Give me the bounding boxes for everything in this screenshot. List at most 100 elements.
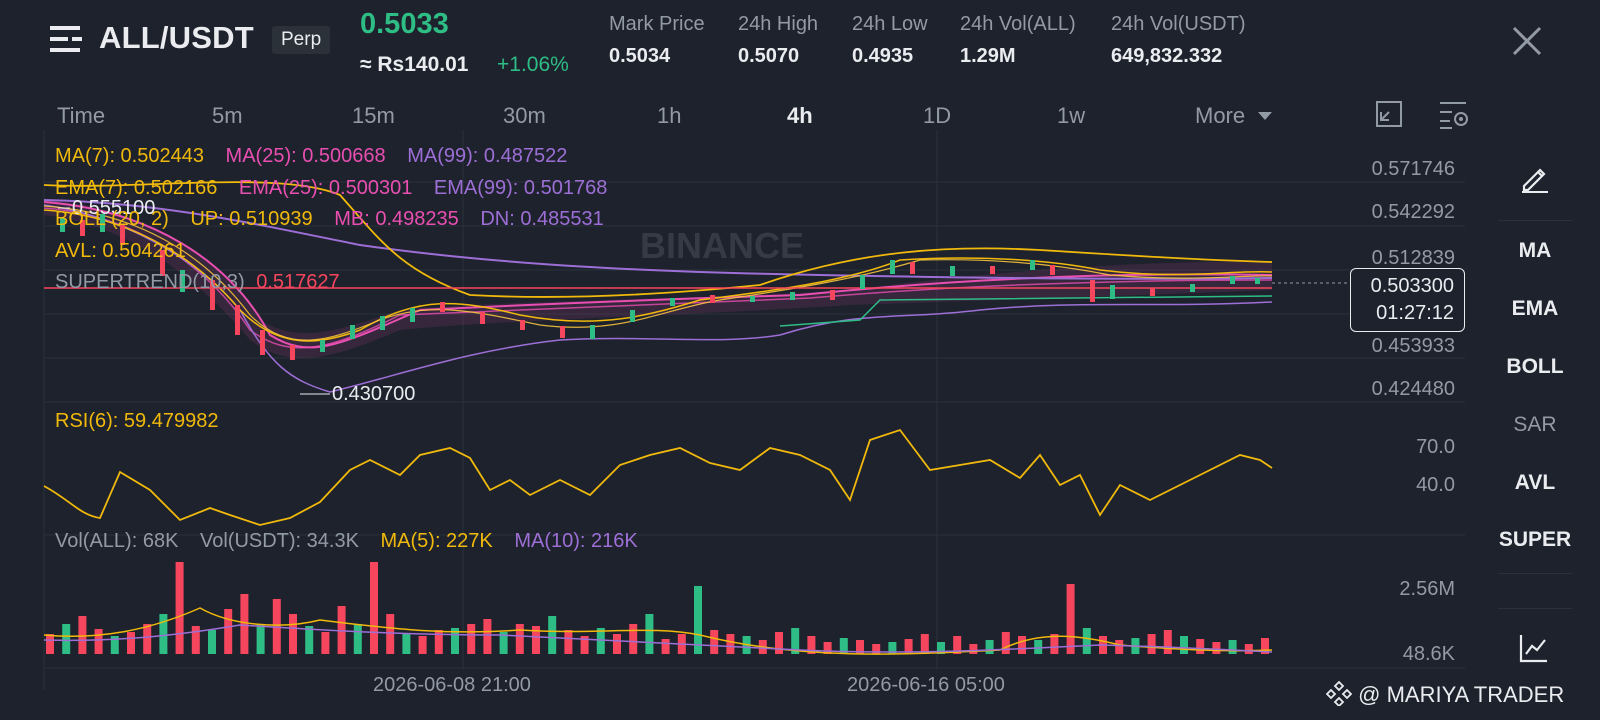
volume-bar (386, 614, 395, 654)
volume-bar (483, 619, 492, 654)
volume-bar (969, 644, 978, 654)
volume-bar (661, 639, 670, 654)
stat-value-24h-high: 0.5070 (738, 45, 800, 67)
volume-bar (1212, 642, 1221, 654)
volume-bar (159, 614, 168, 654)
ma7-legend: MA(7): 0.502443 (55, 145, 204, 167)
volume-bar (1115, 640, 1124, 654)
volume-bar (78, 616, 87, 654)
volume-bar (175, 562, 184, 654)
supertrend-legend: SUPERTREND(10,3) (55, 271, 245, 293)
stat-label-mark-price: Mark Price (609, 13, 705, 35)
price-axis-label: 0.424480 (1371, 378, 1455, 400)
toolbar-ema-button[interactable]: EMA (1498, 297, 1572, 321)
ema25-legend: EMA(25): 0.500301 (238, 177, 413, 199)
volume-bar (321, 632, 330, 654)
volume-bar (564, 630, 573, 654)
line-chart-icon[interactable] (1518, 632, 1550, 669)
volume-bars (46, 562, 1269, 654)
stat-value-mark-price: 0.5034 (609, 45, 671, 67)
vol-axis-label: 2.56M (1399, 578, 1455, 600)
toolbar-super-button[interactable]: SUPER (1498, 528, 1572, 552)
boll-legend: BOLL (20, 2) (55, 208, 169, 230)
vol-ma5-legend: MA(5): 227K (380, 530, 493, 552)
toolbar-sar-button[interactable]: SAR (1498, 413, 1572, 437)
volume-bar (418, 636, 427, 654)
stat-value-24h-vol-base: 1.29M (960, 45, 1016, 67)
vol-quote-legend: Vol(USDT): 34.3K (199, 530, 359, 552)
toolbar-divider (1498, 573, 1572, 574)
pencil-icon[interactable] (1518, 162, 1550, 199)
tab-15m[interactable]: 15m (352, 103, 395, 129)
vol-ma10-legend: MA(10): 216K (514, 530, 638, 552)
volume-bar (94, 629, 103, 654)
fiat-price: ≈ Rs140.01 (360, 53, 469, 76)
ma99-legend: MA(99): 0.487522 (407, 145, 568, 167)
vol-axis-label: 48.6K (1402, 643, 1455, 665)
volume-bar (629, 624, 638, 654)
stat-value-24h-vol-quote: 649,832.332 (1111, 45, 1223, 67)
toolbar-ma-button[interactable]: MA (1498, 239, 1572, 263)
volume-bar (143, 624, 152, 654)
volume-bar (726, 634, 735, 654)
binance-watermark: BINANCE (640, 225, 804, 266)
volume-bar (694, 586, 702, 654)
boll-mb-legend: MB: 0.498235 (334, 208, 459, 230)
volume-bar (467, 624, 476, 654)
tab-1h[interactable]: 1h (657, 103, 681, 129)
volume-bar (613, 634, 621, 654)
last-price: 0.5033 (360, 8, 449, 40)
tab-time[interactable]: Time (57, 103, 105, 129)
more-dropdown-icon[interactable] (1258, 112, 1272, 120)
toolbar-divider (1498, 220, 1572, 221)
boll-up-legend: UP: 0.510939 (190, 208, 313, 230)
pair-title[interactable]: ALL/USDT (99, 20, 254, 56)
stat-label-24h-vol-base: 24h Vol(ALL) (960, 13, 1076, 35)
volume-bar (596, 628, 605, 654)
volume-bar (1001, 632, 1010, 654)
volume-bar (289, 614, 297, 654)
volume-bar (191, 626, 200, 654)
volume-bar (224, 609, 233, 654)
current-price-tag: 0.503300 01:27:12 (1350, 268, 1465, 332)
tab-1w[interactable]: 1w (1057, 103, 1085, 129)
volume-bar (1034, 640, 1043, 654)
tab-1d[interactable]: 1D (923, 103, 951, 129)
ema7-legend: EMA(7): 0.502166 (55, 177, 218, 199)
supertrend-value: 0.517627 (256, 271, 340, 293)
volume-bar (208, 630, 216, 654)
menu-icon[interactable] (50, 24, 84, 54)
rsi-legend: RSI(6): 59.479982 (55, 410, 219, 432)
stat-label-24h-low: 24h Low (852, 13, 928, 35)
volume-bar (256, 624, 265, 654)
volume-bar (353, 624, 362, 654)
toolbar-divider (1498, 608, 1572, 609)
toolbar-avl-button[interactable]: AVL (1498, 471, 1572, 495)
tab-5m[interactable]: 5m (212, 103, 243, 129)
time-axis-label: 2026-06-16 05:00 (847, 674, 1005, 696)
volume-bar (1082, 628, 1091, 654)
price-axis-label: 0.542292 (1371, 201, 1455, 223)
volume-bar (548, 616, 557, 654)
tab-more[interactable]: More (1195, 103, 1245, 129)
volume-bar (402, 634, 411, 654)
price-axis-label: 0.512839 (1371, 247, 1455, 269)
volume-bar (46, 634, 54, 654)
volume-bar (1163, 630, 1172, 654)
volume-bar (240, 594, 249, 654)
volume-bar (1244, 644, 1253, 654)
volume-bar (645, 614, 654, 654)
binance-logo-icon (1325, 680, 1353, 712)
toolbar-boll-button[interactable]: BOLL (1498, 355, 1572, 379)
candle-countdown: 01:27:12 (1376, 302, 1454, 324)
tab-30m[interactable]: 30m (503, 103, 546, 129)
stat-label-24h-high: 24h High (738, 13, 819, 35)
close-icon[interactable] (1508, 22, 1548, 62)
low-price-label: 0.430700 (332, 383, 415, 405)
price-axis-label: 0.571746 (1371, 158, 1455, 180)
volume-bar (1147, 634, 1156, 654)
vol-base-legend: Vol(ALL): 68K (55, 530, 179, 552)
tab-4h[interactable]: 4h (787, 103, 813, 129)
volume-bar (1228, 640, 1237, 654)
volume-bar (710, 630, 719, 654)
